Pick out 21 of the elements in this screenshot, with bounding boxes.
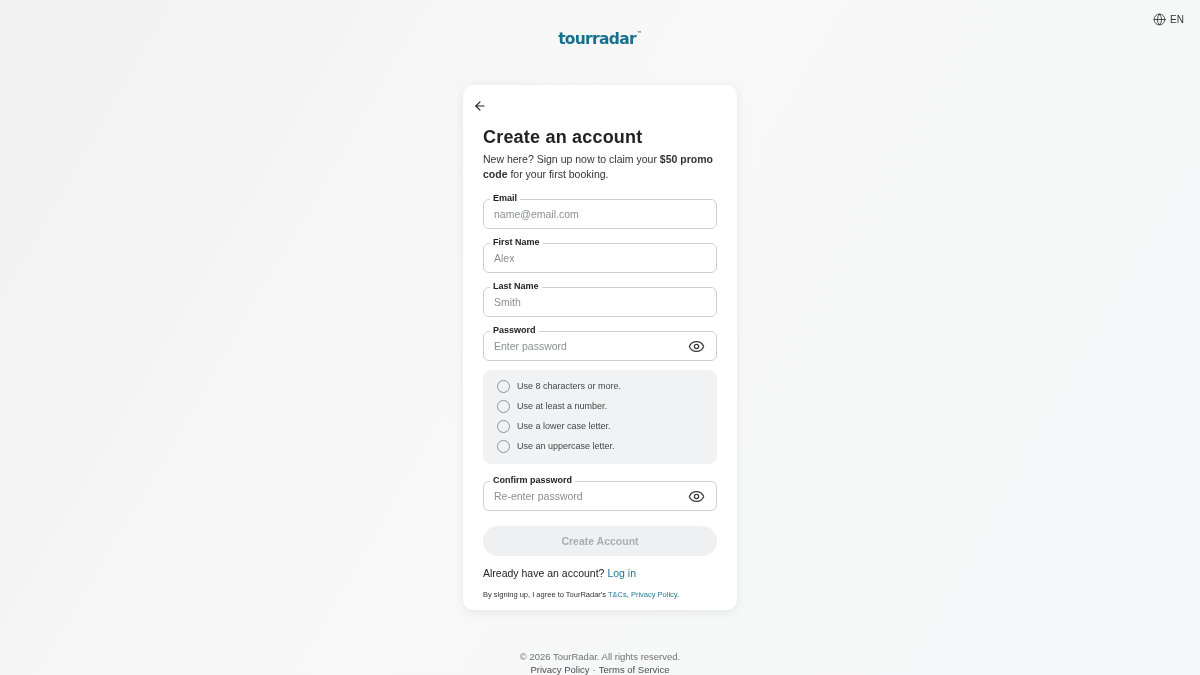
rule-text: Use a lower case letter. [517,420,611,433]
copyright-text: © 2026 TourRadar. All rights reserved. [519,652,681,662]
field-label: Last Name [490,281,542,292]
link-separator: · [592,665,596,675]
card-subtitle: New here? Sign up now to claim your $50 promo code for your first booking. [483,152,714,182]
field-label: Email [490,193,520,204]
card-title: Create an account [483,126,644,148]
logo: tourradar$^{™}$ [558,29,642,48]
rule-text: Use 8 characters or more. [517,380,622,393]
rule-text: Use at least a number. [517,400,608,413]
field-label: Confirm password [490,475,575,486]
login-prompt: Already have an account? Log in [483,566,638,580]
footer-link[interactable]: Privacy Policy [530,665,590,675]
globe-icon [1153,13,1167,26]
footer-link[interactable]: Terms of Service [598,665,670,675]
field-label: First Name [490,237,543,248]
rule-text: Use an uppercase letter. [517,440,615,453]
login-link[interactable]: Log in [607,567,637,579]
language-button[interactable]: EN [1151,11,1186,28]
field-label: Password [490,325,539,336]
back-button[interactable] [473,99,487,113]
